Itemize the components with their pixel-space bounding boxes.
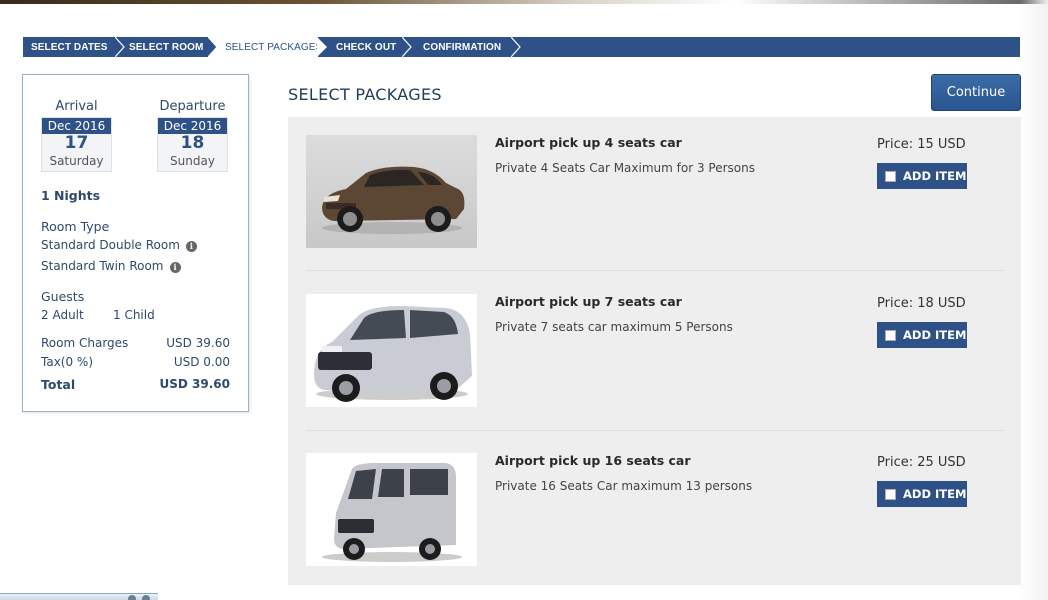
step-label: CONFIRMATION — [423, 41, 502, 53]
room-charges-value: USD 39.60 — [166, 336, 230, 350]
package-name: Airport pick up 16 seats car — [495, 453, 691, 468]
room-type-label: Standard Double Room — [41, 238, 180, 252]
departure-title: Departure — [159, 99, 226, 114]
arrival-title: Arrival — [55, 99, 98, 114]
arrival-weekday: Saturday — [49, 154, 104, 168]
departure-date: Departure Dec 2016 18 Sunday — [157, 99, 228, 172]
step-separator-icon — [208, 37, 218, 57]
arrival-month: Dec 2016 — [42, 118, 111, 134]
package-divider — [306, 430, 1004, 431]
step-separator-icon — [402, 37, 412, 57]
top-background-strip — [0, 0, 1048, 4]
close-icon[interactable] — [142, 595, 150, 600]
package-name: Airport pick up 7 seats car — [495, 294, 682, 309]
package-price: Price: 25 USD — [877, 455, 966, 470]
add-item-button[interactable]: ADD ITEM — [877, 481, 967, 507]
packages-list: Airport pick up 4 seats car Private 4 Se… — [288, 117, 1021, 585]
package-item: Airport pick up 16 seats car Private 16 … — [306, 453, 1004, 600]
add-item-label: ADD ITEM — [903, 328, 967, 342]
step-select-packages[interactable]: SELECT PACKAGES — [209, 37, 327, 57]
room-type-label: Standard Twin Room — [41, 259, 164, 273]
checkbox-icon[interactable] — [885, 170, 896, 182]
package-description: Private 16 Seats Car maximum 13 persons — [495, 479, 753, 493]
step-check-out[interactable]: CHECK OUT — [318, 37, 412, 57]
departure-date-card: Dec 2016 18 Sunday — [157, 117, 228, 172]
page-title: SELECT PACKAGES — [288, 85, 442, 104]
add-item-button[interactable]: ADD ITEM — [877, 322, 967, 348]
arrival-date: Arrival Dec 2016 17 Saturday — [41, 99, 112, 172]
os-window-fragment — [0, 593, 158, 600]
booking-steps-bar: SELECT DATES SELECT ROOM SELECT PACKAGES… — [23, 37, 1020, 57]
booking-summary-panel: Arrival Dec 2016 17 Saturday Departure D… — [22, 74, 249, 412]
add-item-button[interactable]: ADD ITEM — [877, 163, 967, 189]
package-price: Price: 18 USD — [877, 296, 966, 311]
page-edge-shadow — [1020, 0, 1048, 600]
package-name: Airport pick up 4 seats car — [495, 135, 682, 150]
checkbox-icon[interactable] — [885, 329, 896, 341]
step-separator-icon — [115, 37, 125, 57]
info-icon[interactable]: i — [185, 241, 197, 252]
departure-month: Dec 2016 — [158, 118, 227, 134]
minivan-image — [306, 294, 477, 407]
room-type-heading: Room Type — [41, 219, 110, 234]
step-select-dates[interactable]: SELECT DATES — [23, 37, 125, 57]
van-image — [306, 453, 477, 566]
step-label: CHECK OUT — [336, 41, 397, 53]
room-type-item: Standard Double Room i — [41, 238, 197, 252]
info-icon[interactable]: i — [169, 262, 181, 273]
departure-weekday: Sunday — [170, 154, 215, 168]
child-count: 1 Child — [113, 308, 155, 322]
departure-day: 18 — [180, 133, 205, 153]
step-separator-icon — [317, 37, 327, 57]
room-charges-label: Room Charges — [41, 336, 129, 350]
step-label: SELECT DATES — [31, 41, 108, 53]
add-item-label: ADD ITEM — [903, 487, 967, 501]
continue-button[interactable]: Continue — [931, 74, 1021, 111]
package-description: Private 7 seats car maximum 5 Persons — [495, 320, 733, 334]
step-separator-icon — [511, 37, 521, 57]
tax-value: USD 0.00 — [173, 355, 230, 369]
package-price: Price: 15 USD — [877, 137, 966, 152]
step-label: SELECT PACKAGES — [225, 41, 323, 53]
package-description: Private 4 Seats Car Maximum for 3 Person… — [495, 161, 755, 175]
step-confirmation[interactable]: CONFIRMATION — [403, 37, 521, 57]
sedan-car-image — [306, 135, 477, 248]
tax-label: Tax(0 %) — [41, 355, 94, 369]
total-label: Total — [41, 377, 76, 392]
nights-count: 1 Nights — [41, 188, 101, 203]
add-item-label: ADD ITEM — [903, 169, 967, 183]
arrival-date-card: Dec 2016 17 Saturday — [41, 117, 112, 172]
step-select-room[interactable]: SELECT ROOM — [116, 37, 218, 57]
room-type-item: Standard Twin Room i — [41, 259, 181, 273]
checkbox-icon[interactable] — [885, 488, 896, 500]
arrival-day: 17 — [64, 133, 89, 153]
step-label: SELECT ROOM — [129, 41, 204, 53]
adult-count: 2 Adult — [41, 308, 84, 322]
total-value: USD 39.60 — [159, 377, 230, 391]
guests-heading: Guests — [41, 289, 85, 304]
help-icon[interactable] — [128, 595, 136, 600]
package-divider — [306, 270, 1004, 271]
